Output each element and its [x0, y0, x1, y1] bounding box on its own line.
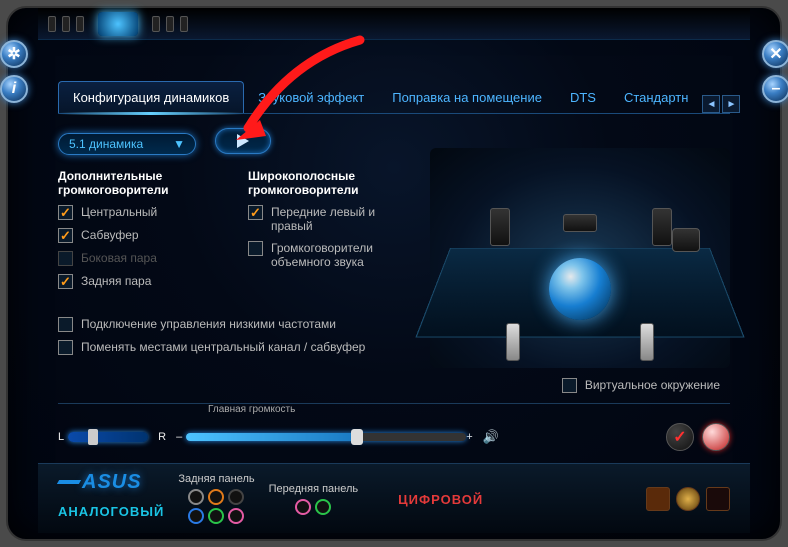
mode-digital-label[interactable]: ЦИФРОВОЙ [398, 492, 483, 507]
speaker-rear-left-icon[interactable] [506, 323, 520, 361]
checkbox-front-lr[interactable] [248, 205, 263, 220]
checkbox-rear-pair[interactable] [58, 274, 73, 289]
bottom-panel: ASUS АНАЛОГОВЫЙ Задняя панель Передняя п… [38, 463, 750, 533]
settings-button[interactable]: ✲ [0, 40, 28, 68]
checkbox-swap-center-sub[interactable] [58, 340, 73, 355]
tab-bar: Конфигурация динамиков Звуковой эффект П… [58, 80, 730, 114]
jack-rear-black[interactable] [228, 489, 244, 505]
main-volume-label: Главная громкость [208, 404, 295, 415]
checkbox-surround[interactable] [248, 241, 263, 256]
minimize-button[interactable]: – [762, 75, 788, 103]
dropdown-value: 5.1 динамика [69, 137, 143, 151]
tab-dts[interactable]: DTS [556, 82, 610, 113]
apply-button[interactable] [666, 423, 694, 451]
label-center: Центральный [81, 205, 157, 219]
jack-rear-blue[interactable] [188, 508, 204, 524]
balance-l-label: L [58, 431, 64, 443]
volume-slider[interactable] [186, 433, 466, 441]
tab-scroll-right[interactable]: ► [722, 95, 740, 113]
label-rear-pair: Задняя пара [81, 274, 151, 288]
speaker-icon[interactable]: 🔊 [483, 429, 499, 445]
label-front-lr: Передние левый и правый [271, 205, 418, 233]
label-bass-mgmt: Подключение управления низкими частотами [81, 317, 336, 331]
checkbox-bass-mgmt[interactable] [58, 317, 73, 332]
chevron-down-icon: ▼ [173, 137, 185, 151]
tab-room-correction[interactable]: Поправка на помещение [378, 82, 556, 113]
balance-r-label: R [158, 431, 166, 443]
gear-icon: ✲ [7, 44, 20, 64]
speaker-subwoofer-icon[interactable] [672, 228, 700, 252]
checkbox-subwoofer[interactable] [58, 228, 73, 243]
speaker-config-dropdown[interactable]: 5.1 динамика ▼ [58, 133, 196, 155]
mode-analog-label[interactable]: АНАЛОГОВЫЙ [58, 504, 164, 519]
fullrange-speakers-heading: Широкополосные громкоговорители [248, 169, 418, 197]
tab-speaker-config[interactable]: Конфигурация динамиков [58, 81, 244, 113]
label-virtual-surround: Виртуальное окружение [585, 378, 720, 392]
info-icon: i [12, 80, 16, 98]
minimize-icon: – [772, 80, 781, 98]
jack-front-pink[interactable] [295, 499, 311, 515]
brand-logo: ASUS [58, 471, 164, 494]
label-side-pair: Боковая пара [81, 251, 157, 265]
jack-rear-orange[interactable] [208, 489, 224, 505]
tab-scroll-left[interactable]: ◄ [702, 95, 720, 113]
checkbox-center[interactable] [58, 205, 73, 220]
bottom-option-2[interactable] [676, 487, 700, 511]
jack-rear-pink[interactable] [228, 508, 244, 524]
speaker-front-left-icon[interactable] [490, 208, 510, 246]
balance-slider[interactable] [68, 432, 148, 442]
bottom-option-1[interactable] [646, 487, 670, 511]
bottom-option-3[interactable] [706, 487, 730, 511]
close-button[interactable]: ✕ [762, 40, 788, 68]
speaker-center-icon[interactable] [563, 214, 597, 232]
checkbox-virtual-surround[interactable] [562, 378, 577, 393]
speaker-front-right-icon[interactable] [652, 208, 672, 246]
jack-front-green[interactable] [315, 499, 331, 515]
checkbox-side-pair [58, 251, 73, 266]
speaker-rear-right-icon[interactable] [640, 323, 654, 361]
test-play-button[interactable] [215, 128, 271, 154]
label-surround: Громкоговорители объемного звука [271, 241, 418, 269]
label-subwoofer: Сабвуфер [81, 228, 139, 242]
rear-panel-label: Задняя панель [178, 473, 254, 485]
front-panel-label: Передняя панель [269, 483, 359, 495]
volume-plus-label: + [466, 431, 472, 443]
tab-scroll: ◄ ► [702, 95, 740, 113]
additional-speakers-heading: Дополнительные громкоговорители [58, 169, 228, 197]
jack-rear-gray[interactable] [188, 489, 204, 505]
tab-default[interactable]: Стандартн [610, 82, 703, 113]
close-icon: ✕ [769, 44, 782, 64]
label-swap-center-sub: Поменять местами центральный канал / саб… [81, 340, 365, 354]
volume-section: Главная громкость L R – + 🔊 [58, 403, 730, 457]
window-top-bar [38, 8, 750, 40]
top-glow-icon [98, 12, 138, 36]
listener-sphere-icon [549, 258, 611, 320]
jack-rear-green[interactable] [208, 508, 224, 524]
info-button[interactable]: i [0, 75, 28, 103]
record-button[interactable] [702, 423, 730, 451]
speaker-visualizer [430, 148, 730, 368]
tab-sound-effect[interactable]: Звуковой эффект [244, 82, 378, 113]
